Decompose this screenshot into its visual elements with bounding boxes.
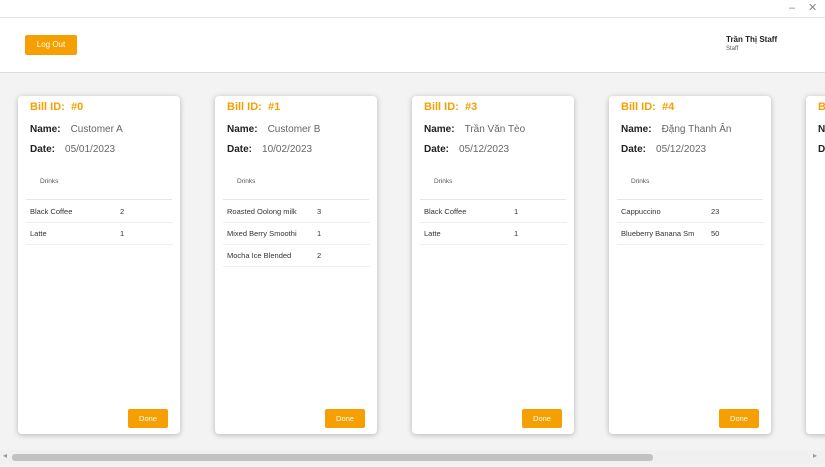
drink-name: Black Coffee [424, 207, 467, 216]
name-label: Name: [818, 124, 825, 135]
drink-name: Mixed Berry Smoothi [227, 229, 297, 238]
bill-date: 05/01/2023 [65, 144, 116, 155]
drink-qty: 1 [514, 229, 519, 238]
date-label: Date: [621, 144, 647, 155]
customer-name: Customer B [267, 124, 321, 135]
logout-button[interactable]: Log Out [25, 35, 77, 55]
name-label: Name: [424, 124, 455, 135]
date-label: Date: [227, 144, 253, 155]
drink-row[interactable]: Black Coffee 1 [420, 200, 567, 223]
app-header: Log Out Trần Thị Staff Staff [0, 17, 825, 73]
customer-name-row: Name: Đặng Thanh Ân [621, 124, 731, 135]
drinks-header: Drinks [40, 178, 59, 185]
bills-board: Bill ID: #0 Name: Customer A Date: 05/01/202… [0, 72, 825, 448]
scroll-left-icon[interactable]: ◂ [3, 451, 7, 460]
user-name: Trần Thị Staff [726, 35, 778, 44]
bill-id: Bill ID: #3 [424, 101, 478, 113]
bill-id: Bill ID: #4 [621, 101, 675, 113]
drink-qty: 1 [514, 207, 519, 216]
drinks-header: Drinks [237, 178, 256, 185]
customer-name: Customer A [70, 124, 123, 135]
drink-name: Latte [424, 229, 441, 238]
drink-qty: 1 [120, 229, 125, 238]
minimize-icon[interactable]: – [789, 1, 795, 15]
drinks-header: Drinks [631, 178, 650, 185]
drink-row[interactable]: Blueberry Banana Sm 50 [617, 222, 764, 245]
bill-id: Bill ID: #1 [227, 101, 281, 113]
bill-card: Bill ID: #3 Name: Trần Văn Tèo Date: 05/12/2… [412, 96, 574, 434]
done-button[interactable]: Done [522, 409, 562, 428]
customer-name-row: Name: Customer B [227, 124, 320, 135]
drink-qty: 2 [120, 207, 125, 216]
drink-name: Mocha Ice Blended [227, 251, 292, 260]
bill-date: 10/02/2023 [262, 144, 313, 155]
name-label: Name: [621, 124, 652, 135]
window-titlebar: – ✕ [0, 0, 825, 17]
date-label: Date: [424, 144, 450, 155]
drink-name: Roasted Oolong milk [227, 207, 297, 216]
date-label: Date: [30, 144, 56, 155]
bill-date-row: Date: 05/01/2023 [30, 144, 115, 155]
scroll-right-icon[interactable]: ▸ [813, 451, 817, 460]
close-icon[interactable]: ✕ [808, 1, 817, 15]
drink-qty: 23 [711, 207, 720, 216]
bill-date-row: Date: [818, 144, 825, 155]
bill-id: Bill ID: #0 [30, 101, 84, 113]
done-button[interactable]: Done [719, 409, 759, 428]
customer-name: Trần Văn Tèo [464, 124, 526, 135]
bill-date-row: Date: 05/12/2023 [424, 144, 509, 155]
drink-row[interactable]: Mixed Berry Smoothi 1 [223, 222, 370, 245]
bill-date: 05/12/2023 [459, 144, 510, 155]
drink-name: Cappuccino [621, 207, 661, 216]
name-label: Name: [227, 124, 258, 135]
date-label: Date: [818, 144, 825, 155]
user-role: Staff [726, 46, 739, 52]
drink-row[interactable]: Latte 1 [26, 222, 173, 245]
drink-row[interactable]: Mocha Ice Blended 2 [223, 244, 370, 267]
drink-qty: 2 [317, 251, 322, 260]
done-button[interactable]: Done [128, 409, 168, 428]
drink-name: Black Coffee [30, 207, 73, 216]
bill-card: Bill ID: Name: Date: [806, 96, 825, 434]
horizontal-scrollbar[interactable]: ◂ ▸ [0, 450, 825, 464]
name-label: Name: [30, 124, 61, 135]
done-button[interactable]: Done [325, 409, 365, 428]
drink-row[interactable]: Roasted Oolong milk 3 [223, 200, 370, 223]
bill-card: Bill ID: #1 Name: Customer B Date: 10/02/202… [215, 96, 377, 434]
bill-card: Bill ID: #4 Name: Đặng Thanh Ân Date: 05/12/… [609, 96, 771, 434]
scrollbar-thumb[interactable] [12, 454, 653, 461]
drink-row[interactable]: Cappuccino 23 [617, 200, 764, 223]
drink-qty: 1 [317, 229, 322, 238]
drink-qty: 3 [317, 207, 322, 216]
bill-card: Bill ID: #0 Name: Customer A Date: 05/01/202… [18, 96, 180, 434]
bill-date-row: Date: 10/02/2023 [227, 144, 312, 155]
bill-date-row: Date: 05/12/2023 [621, 144, 706, 155]
customer-name: Đặng Thanh Ân [661, 124, 732, 135]
drink-row[interactable]: Black Coffee 2 [26, 200, 173, 223]
bill-date: 05/12/2023 [656, 144, 707, 155]
drink-row[interactable]: Latte 1 [420, 222, 567, 245]
drink-name: Blueberry Banana Sm [621, 229, 695, 238]
drink-name: Latte [30, 229, 47, 238]
drink-qty: 50 [711, 229, 720, 238]
bill-id: Bill ID: [818, 101, 825, 113]
drinks-header: Drinks [434, 178, 453, 185]
customer-name-row: Name: Customer A [30, 124, 123, 135]
customer-name-row: Name: [818, 124, 825, 135]
customer-name-row: Name: Trần Văn Tèo [424, 124, 525, 135]
